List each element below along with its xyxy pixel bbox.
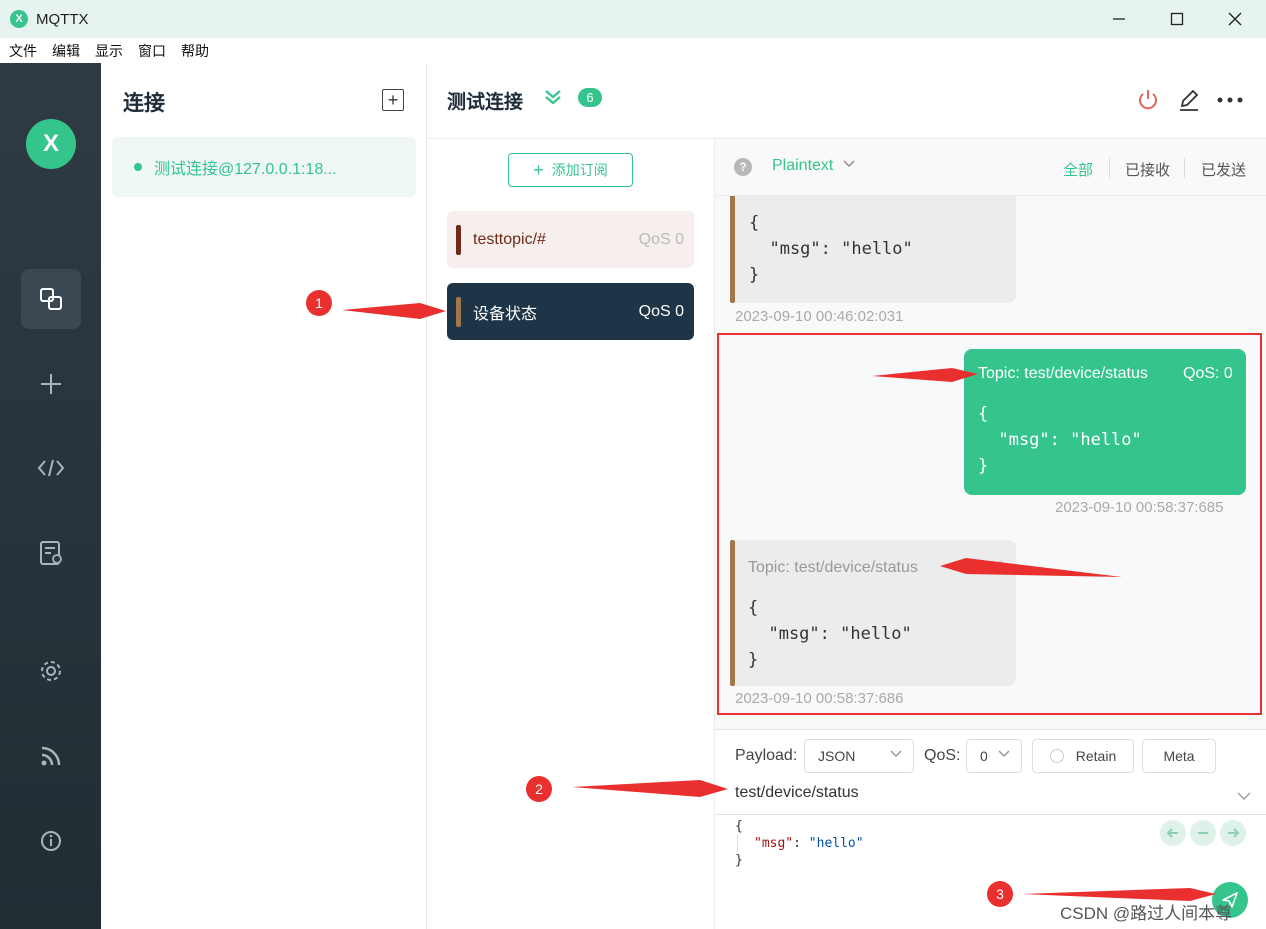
annotation-marker-2: 2 <box>526 776 552 802</box>
watermark: CSDN @路过人间本尊 <box>1060 904 1233 923</box>
annotation-arrows <box>342 303 1216 901</box>
annotation-marker-1: 1 <box>306 290 332 316</box>
annotation-marker-3: 3 <box>987 881 1013 907</box>
